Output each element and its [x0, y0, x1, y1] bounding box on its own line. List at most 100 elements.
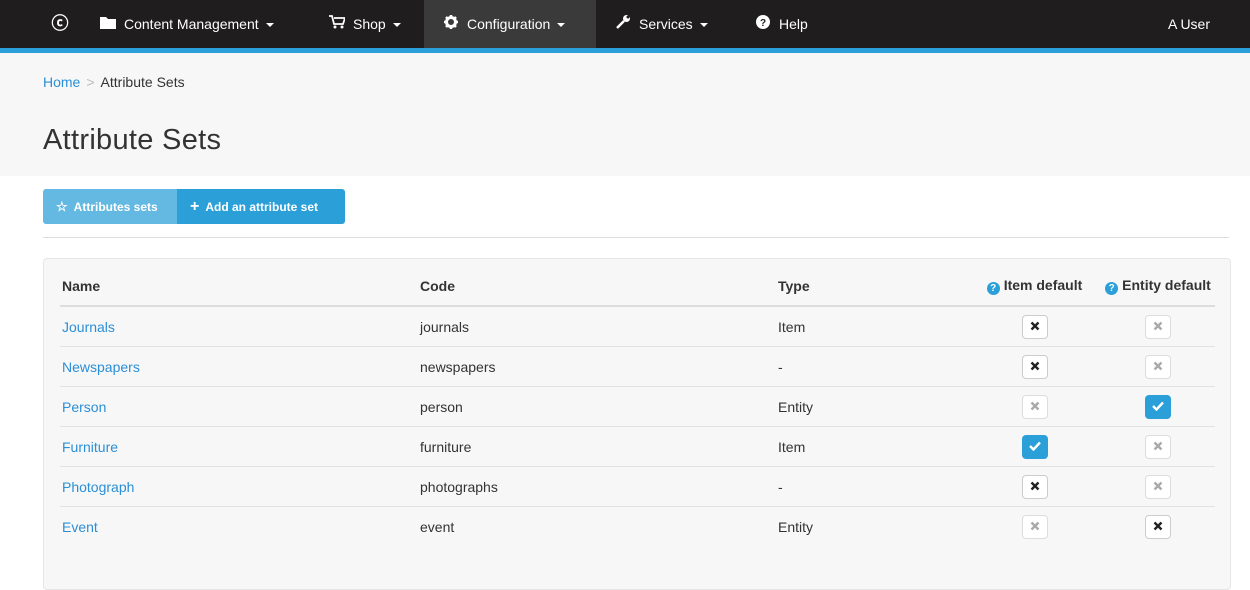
close-icon	[1153, 321, 1163, 330]
item-default-toggle[interactable]	[1021, 514, 1048, 539]
close-icon	[1153, 441, 1163, 450]
close-icon	[1030, 481, 1039, 490]
question-icon[interactable]: ?	[1105, 282, 1119, 295]
item-default-cell	[968, 426, 1101, 467]
nav-label: Help	[779, 16, 808, 32]
star-icon: ☆	[56, 199, 68, 214]
attribute-set-link[interactable]: Furniture	[62, 439, 118, 455]
attribute-sets-button[interactable]: ☆ Attributes sets	[43, 189, 177, 224]
close-icon	[1153, 521, 1163, 530]
nav-label: Content Management	[124, 16, 259, 32]
type-cell: -	[778, 466, 968, 507]
table-row: Person person Entity	[60, 386, 1215, 427]
entity-default-toggle[interactable]	[1145, 514, 1171, 539]
nav-label: Shop	[353, 16, 386, 32]
name-cell: Photograph	[60, 466, 420, 507]
check-icon	[1152, 401, 1164, 411]
table-row: Event event Entity	[60, 507, 1215, 547]
close-icon	[1153, 481, 1163, 490]
type-cell: -	[778, 346, 968, 387]
add-attribute-set-label: Add an attribute set	[205, 200, 319, 214]
table-row: Journals journals Item	[60, 306, 1215, 347]
code-cell: newspapers	[420, 346, 778, 387]
name-cell: Furniture	[60, 426, 420, 467]
name-cell: Journals	[60, 306, 420, 347]
breadcrumb-home[interactable]: Home	[43, 74, 80, 90]
wrench-icon	[615, 0, 631, 48]
table-header-row: Name Code Type ? Item default ? Entity def…	[60, 267, 1215, 307]
table-row: Photograph photographs -	[60, 466, 1215, 507]
check-icon	[1028, 441, 1041, 451]
attribute-set-link[interactable]: Newspapers	[62, 359, 140, 375]
column-header-code[interactable]: Code	[420, 267, 778, 307]
nav-help[interactable]: ? Help	[755, 0, 808, 48]
breadcrumb-current: Attribute Sets	[100, 74, 185, 90]
attribute-set-link[interactable]: Event	[62, 519, 98, 535]
column-header-name[interactable]: Name	[60, 267, 420, 307]
help-icon: ?	[755, 0, 771, 48]
table-row: Furniture furniture Item	[60, 426, 1215, 467]
entity-default-toggle[interactable]	[1145, 314, 1171, 339]
entity-default-toggle[interactable]	[1145, 434, 1171, 459]
item-default-cell	[968, 386, 1101, 427]
chevron-down-icon	[392, 23, 401, 28]
item-default-toggle[interactable]	[1021, 354, 1048, 379]
column-header-type[interactable]: Type	[778, 267, 968, 307]
entity-default-toggle[interactable]	[1145, 394, 1171, 419]
item-default-toggle[interactable]	[1021, 474, 1048, 499]
close-icon	[1030, 321, 1039, 330]
item-default-toggle[interactable]	[1021, 314, 1048, 339]
folder-icon	[100, 0, 116, 48]
user-menu[interactable]: A User	[1168, 0, 1210, 48]
item-default-cell	[968, 507, 1101, 547]
column-header-entity-default: ? Entity default	[1101, 267, 1215, 307]
type-cell: Item	[778, 306, 968, 347]
add-attribute-set-button[interactable]: + Add an attribute set	[177, 189, 345, 224]
attribute-set-link[interactable]: Journals	[62, 319, 115, 335]
logo-icon[interactable]: ⓒ	[48, 12, 72, 36]
entity-default-cell	[1101, 386, 1215, 427]
breadcrumb-separator: >	[86, 74, 95, 90]
chevron-down-icon	[699, 23, 708, 28]
page-title: Attribute Sets	[43, 124, 222, 156]
table-row: Newspapers newspapers -	[60, 346, 1215, 387]
item-default-cell	[968, 306, 1101, 347]
question-icon[interactable]: ?	[986, 282, 1000, 295]
column-header-item-default: ? Item default	[968, 267, 1101, 307]
attribute-set-link[interactable]: Person	[62, 399, 106, 415]
nav-content-management[interactable]: Content Management	[100, 0, 274, 48]
item-default-toggle[interactable]	[1021, 434, 1048, 459]
gear-icon	[443, 0, 459, 48]
column-header-entity-default-label: Entity default	[1122, 277, 1211, 293]
item-default-cell	[968, 466, 1101, 507]
close-icon	[1030, 361, 1039, 370]
nav-services[interactable]: Services	[615, 0, 708, 48]
entity-default-toggle[interactable]	[1145, 474, 1171, 499]
entity-default-cell	[1101, 346, 1215, 387]
nav-shop[interactable]: Shop	[329, 0, 401, 48]
name-cell: Person	[60, 386, 420, 427]
nav-label: Services	[639, 16, 693, 32]
attribute-set-link[interactable]: Photograph	[62, 479, 134, 495]
name-cell: Newspapers	[60, 346, 420, 387]
cart-icon	[329, 0, 347, 48]
attribute-sets-label: Attributes sets	[73, 200, 158, 214]
close-icon	[1030, 521, 1039, 530]
plus-icon: +	[190, 198, 200, 215]
chevron-down-icon	[557, 23, 566, 28]
entity-default-cell	[1101, 426, 1215, 467]
item-default-toggle[interactable]	[1021, 394, 1048, 419]
attribute-sets-table: Name Code Type ? Item default ? Entity def…	[60, 267, 1215, 546]
nav-configuration[interactable]: Configuration	[424, 0, 596, 48]
entity-default-toggle[interactable]	[1145, 354, 1171, 379]
action-buttons: ☆ Attributes sets + Add an attribute set	[43, 189, 345, 224]
divider	[43, 237, 1229, 238]
close-icon	[1030, 401, 1039, 410]
code-cell: person	[420, 386, 778, 427]
name-cell: Event	[60, 507, 420, 547]
close-icon	[1153, 361, 1163, 370]
page-header	[0, 53, 1250, 176]
breadcrumb: Home > Attribute Sets	[43, 74, 185, 90]
code-cell: journals	[420, 306, 778, 347]
nav-label: Configuration	[467, 16, 551, 32]
